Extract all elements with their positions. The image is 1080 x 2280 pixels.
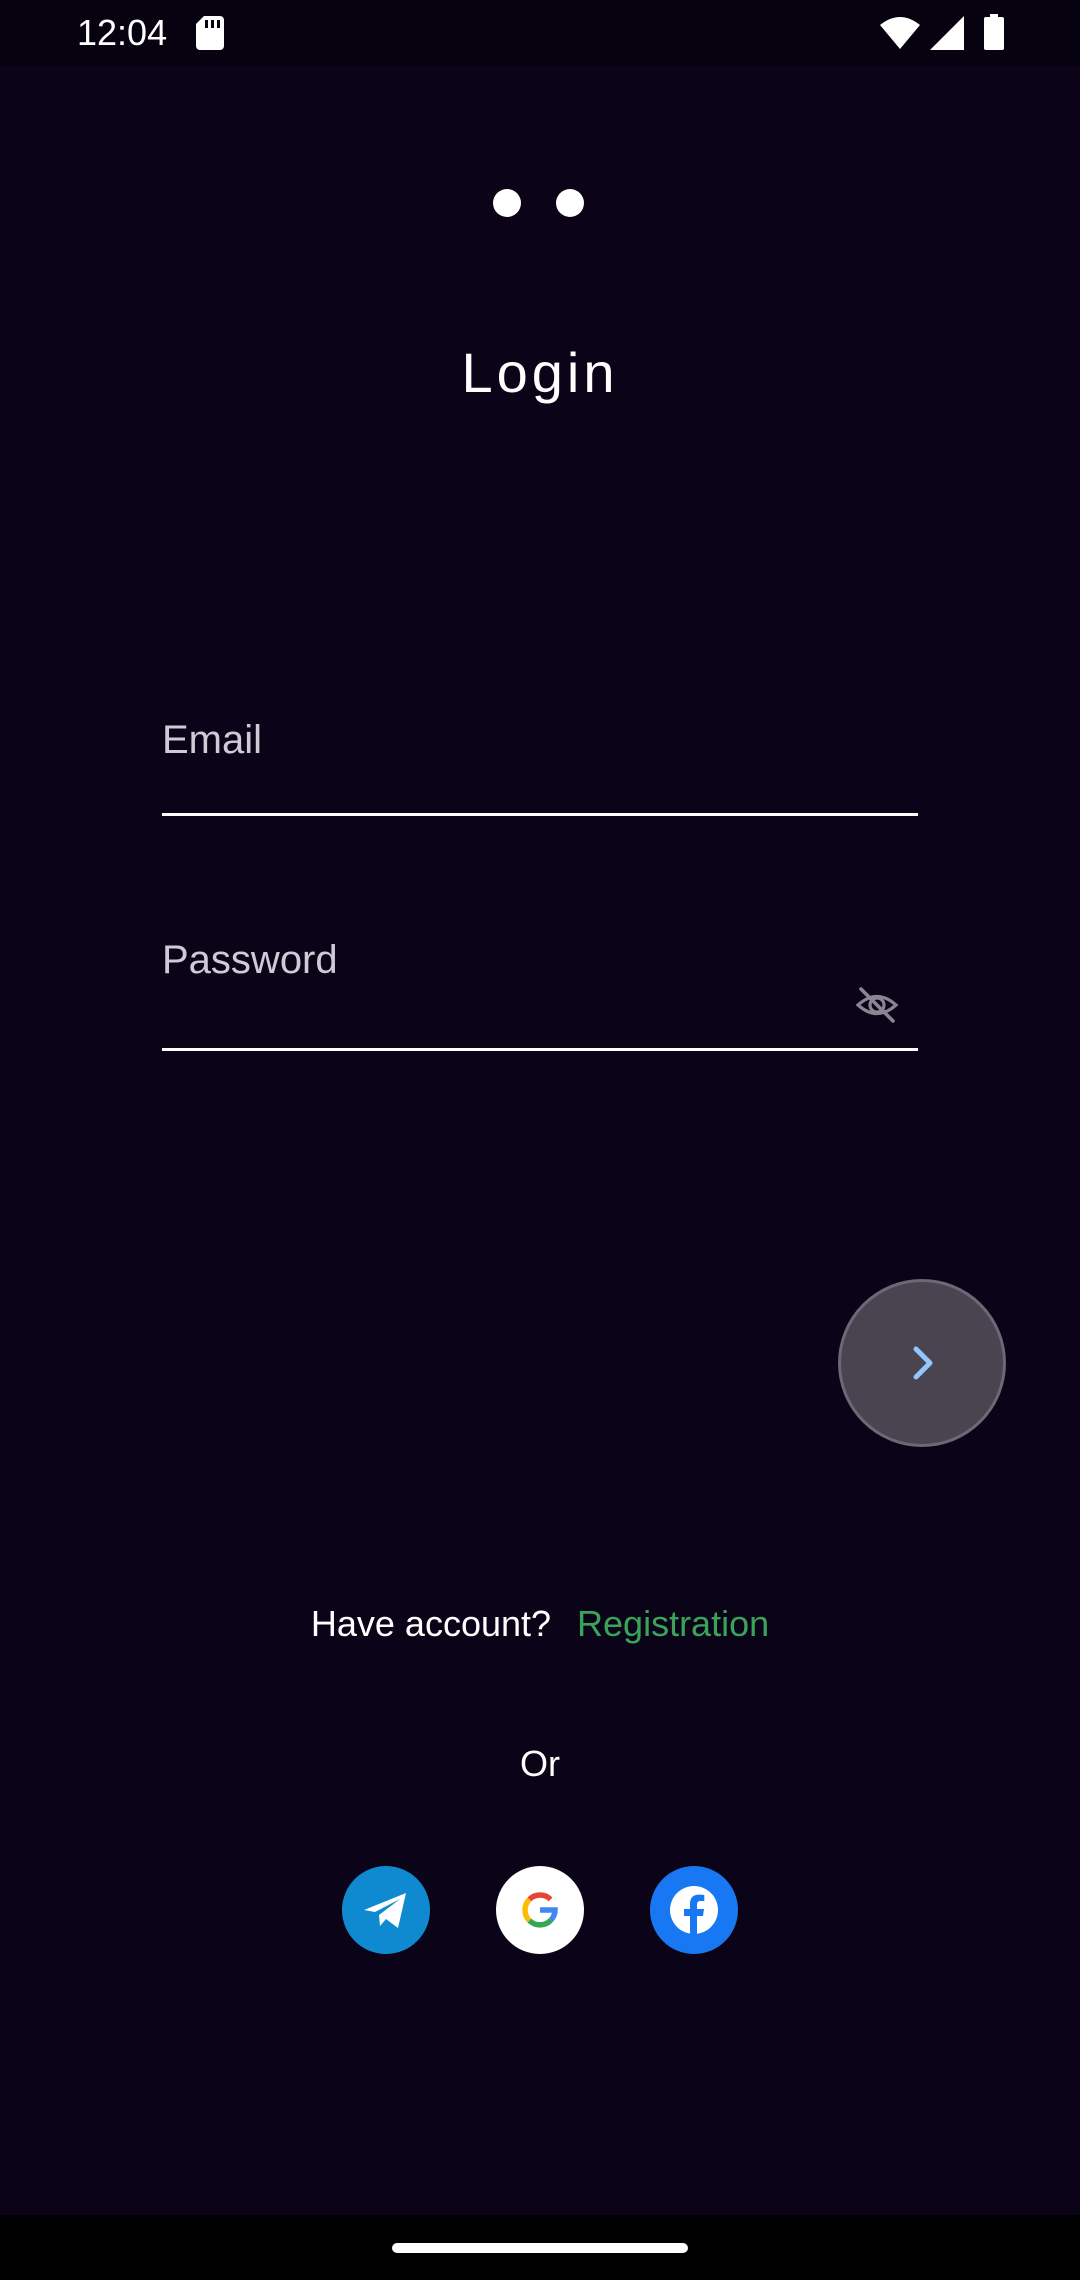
battery-icon — [984, 14, 1004, 50]
page-dot — [493, 189, 521, 217]
registration-link[interactable]: Registration — [577, 1603, 769, 1644]
email-field — [162, 700, 918, 816]
telegram-login-button[interactable] — [342, 1866, 430, 1954]
wifi-icon — [880, 17, 920, 49]
google-icon — [522, 1892, 558, 1928]
page-indicator — [490, 188, 590, 218]
status-bar: 12:04 — [0, 0, 1080, 66]
email-input[interactable] — [162, 700, 822, 780]
password-field — [162, 920, 918, 1051]
or-divider-text: Or — [520, 1743, 560, 1784]
google-login-button[interactable] — [496, 1866, 584, 1954]
page-title: Login — [461, 341, 619, 404]
password-input[interactable] — [162, 920, 822, 1000]
next-button[interactable] — [838, 1279, 1006, 1447]
status-time: 12:04 — [77, 12, 168, 53]
page-dot — [556, 189, 584, 217]
have-account-text: Have account? — [310, 1603, 552, 1644]
login-screen: 12:04 Login Email Have account? Registra… — [0, 0, 1080, 2215]
navigation-bar — [0, 2215, 1080, 2280]
facebook-login-button[interactable] — [650, 1866, 738, 1954]
signal-icon — [930, 16, 964, 50]
eye-off-icon[interactable] — [854, 982, 900, 1028]
home-indicator[interactable] — [392, 2243, 688, 2253]
facebook-icon — [670, 1886, 718, 1934]
sd-card-icon — [196, 16, 224, 50]
telegram-icon — [364, 1893, 406, 1928]
account-row: Have account? Registration — [0, 1600, 1080, 1648]
chevron-right-icon — [913, 1346, 933, 1380]
